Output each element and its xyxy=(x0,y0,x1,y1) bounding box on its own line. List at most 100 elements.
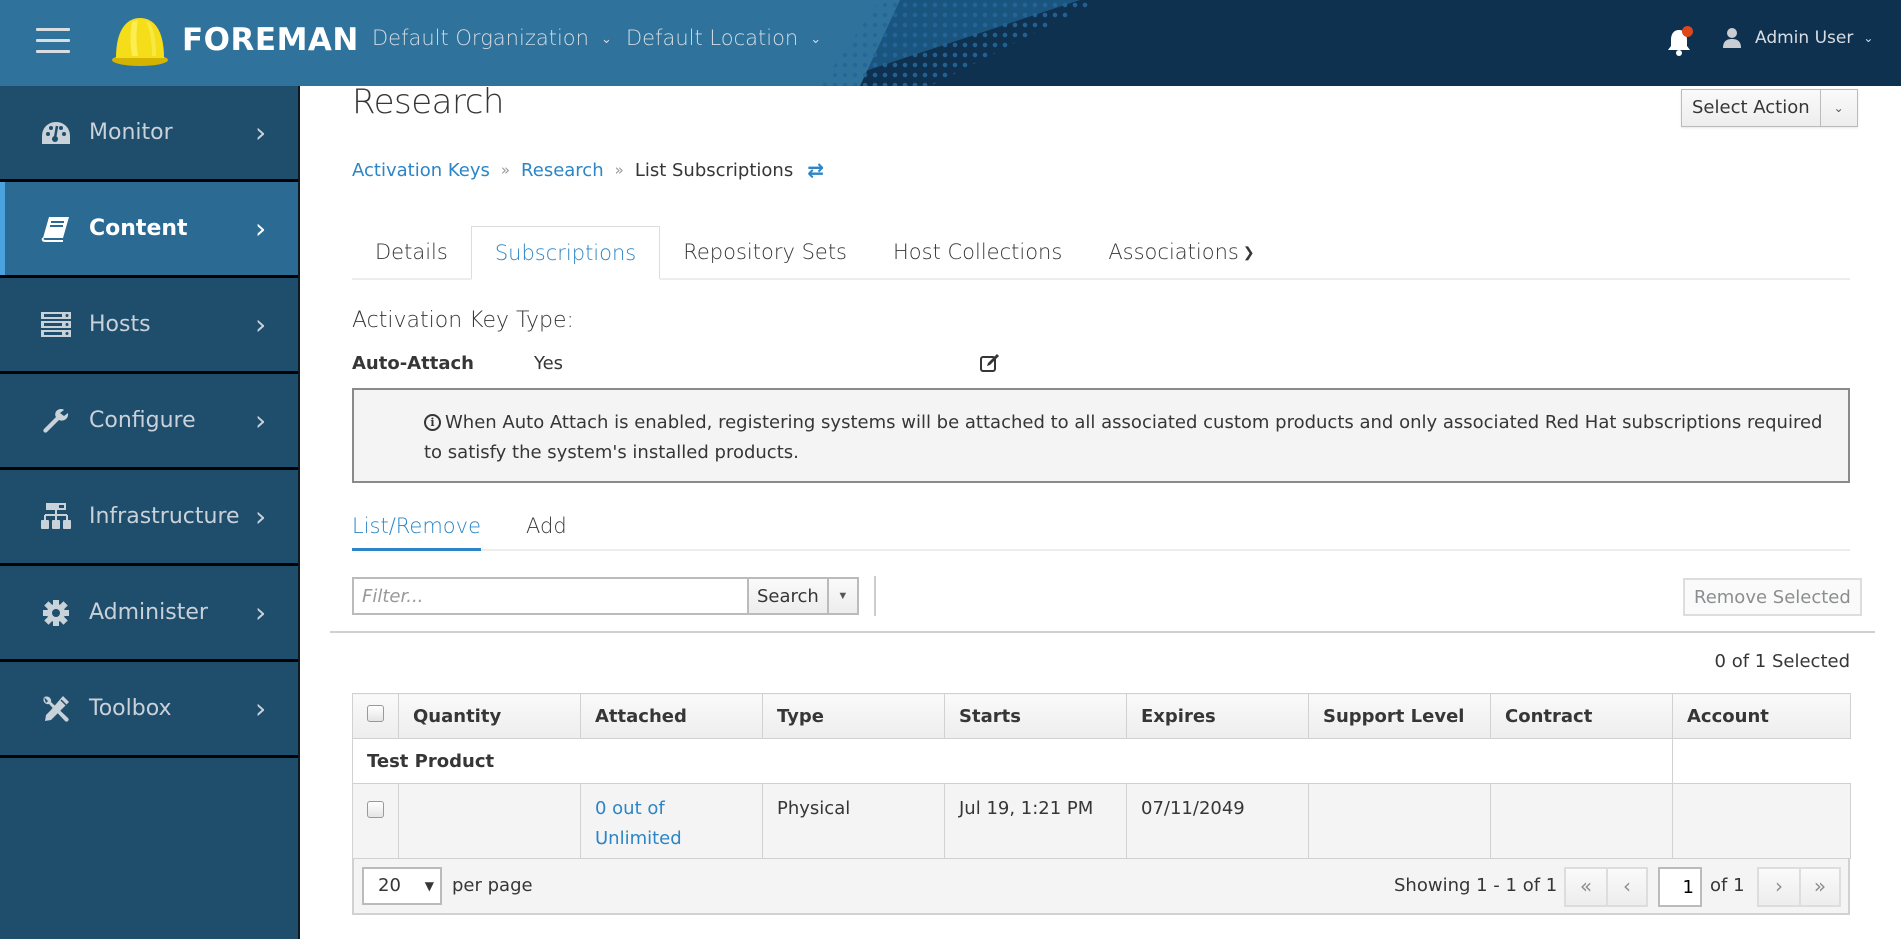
sidebar-item-label: Infrastructure xyxy=(89,504,240,529)
chevron-right-icon: › xyxy=(255,308,267,341)
dashboard-icon xyxy=(40,119,72,147)
chevron-right-icon: › xyxy=(255,116,267,149)
table-row: 0 out of Unlimited Physical Jul 19, 1:21 … xyxy=(352,783,1851,859)
select-action-dropdown[interactable]: Select Action ⌄ xyxy=(1681,89,1858,127)
pagination-bar: 20 ▼ per page Showing 1 - 1 of 1 « ‹ of 1… xyxy=(352,859,1850,915)
column-header-support-level[interactable]: Support Level xyxy=(1308,693,1491,739)
switcher-icon[interactable]: ⇄ xyxy=(807,158,824,182)
previous-page-button[interactable]: ‹ xyxy=(1606,869,1646,905)
info-text: When Auto Attach is enabled, registering… xyxy=(424,412,1823,463)
chevron-down-icon: ⌄ xyxy=(600,32,612,47)
selected-count: 0 of 1 Selected xyxy=(1714,651,1850,672)
foreman-helmet-logo[interactable] xyxy=(110,14,170,68)
group-name: Test Product xyxy=(352,738,1673,784)
last-page-button[interactable]: » xyxy=(1799,869,1839,905)
chevron-right-icon: › xyxy=(255,596,267,629)
activation-key-type-heading: Activation Key Type: xyxy=(352,308,574,333)
tab-details[interactable]: Details xyxy=(352,226,471,280)
edit-icon[interactable] xyxy=(979,352,1001,374)
organization-label: Default Organization xyxy=(372,26,589,50)
chevron-down-icon: ❯ xyxy=(1242,245,1255,261)
subtab-bar: List/Remove Add xyxy=(352,511,1850,551)
sidebar: Monitor › Content › Hosts › Configure › … xyxy=(0,86,300,939)
row-select-cell xyxy=(352,783,399,859)
tab-associations-label: Associations xyxy=(1108,240,1239,264)
next-page-button[interactable]: › xyxy=(1759,869,1799,905)
hamburger-menu-icon[interactable] xyxy=(36,28,70,56)
sidebar-item-hosts[interactable]: Hosts › xyxy=(0,278,298,374)
sidebar-item-administer[interactable]: Administer › xyxy=(0,566,298,662)
page-of-label: of 1 xyxy=(1710,875,1745,896)
tab-associations[interactable]: Associations ❯ xyxy=(1085,226,1277,280)
pager-next-group: › » xyxy=(1757,867,1841,907)
organization-dropdown[interactable]: Default Organization ⌄ xyxy=(372,26,612,50)
chevron-right-icon: › xyxy=(255,500,267,533)
search-button[interactable]: Search xyxy=(747,577,829,615)
remove-selected-button[interactable]: Remove Selected xyxy=(1683,578,1862,616)
tab-host-collections[interactable]: Host Collections xyxy=(870,226,1085,280)
section-divider xyxy=(330,631,1875,633)
page-number-input[interactable] xyxy=(1658,867,1702,907)
sidebar-item-toolbox[interactable]: Toolbox › xyxy=(0,662,298,758)
auto-attach-info-box: i When Auto Attach is enabled, registerin… xyxy=(352,388,1850,483)
breadcrumb-research[interactable]: Research xyxy=(521,160,604,181)
attached-line-2: Unlimited xyxy=(595,828,682,849)
brand-name[interactable]: FOREMAN xyxy=(182,22,359,58)
location-dropdown[interactable]: Default Location ⌄ xyxy=(626,26,821,50)
attached-line-1: 0 out of xyxy=(595,798,665,819)
wrench-icon xyxy=(40,407,72,435)
select-all-checkbox[interactable] xyxy=(367,705,384,722)
empty-cell xyxy=(1672,738,1851,784)
location-label: Default Location xyxy=(626,26,799,50)
cell-account xyxy=(1672,783,1851,859)
breadcrumb-separator: » xyxy=(500,161,511,179)
attached-link[interactable]: 0 out of Unlimited xyxy=(595,798,682,849)
chevron-right-icon: › xyxy=(255,692,267,725)
chevron-down-icon[interactable]: ⌄ xyxy=(1821,90,1857,126)
column-header-attached[interactable]: Attached xyxy=(580,693,763,739)
first-page-button[interactable]: « xyxy=(1566,869,1606,905)
sidebar-item-monitor[interactable]: Monitor › xyxy=(0,86,298,182)
sidebar-item-infrastructure[interactable]: Infrastructure › xyxy=(0,470,298,566)
column-header-contract[interactable]: Contract xyxy=(1490,693,1673,739)
column-header-starts[interactable]: Starts xyxy=(944,693,1127,739)
select-all-cell xyxy=(352,693,399,739)
sidebar-item-content[interactable]: Content › xyxy=(0,182,298,278)
notification-badge xyxy=(1682,26,1693,37)
cell-type: Physical xyxy=(762,783,945,859)
table-group-row: Test Product xyxy=(352,738,1851,784)
cell-quantity xyxy=(398,783,581,859)
chevron-right-icon: › xyxy=(255,404,267,437)
search-options-caret-icon[interactable]: ▼ xyxy=(828,577,859,615)
column-header-expires[interactable]: Expires xyxy=(1126,693,1309,739)
cell-expires: 07/11/2049 xyxy=(1126,783,1309,859)
auto-attach-value: Yes xyxy=(534,353,564,374)
tab-repository-sets[interactable]: Repository Sets xyxy=(660,226,870,280)
subtab-list-remove[interactable]: List/Remove xyxy=(352,511,482,551)
chevron-down-icon: ⌄ xyxy=(1863,31,1874,45)
sidebar-item-label: Configure xyxy=(89,408,196,433)
breadcrumb-separator: » xyxy=(614,161,624,179)
column-header-quantity[interactable]: Quantity xyxy=(398,693,581,739)
sidebar-item-label: Content xyxy=(89,216,188,241)
subscriptions-table: Quantity Attached Type Starts Expires Su… xyxy=(352,693,1851,915)
row-checkbox[interactable] xyxy=(367,801,384,818)
column-header-account[interactable]: Account xyxy=(1672,693,1851,739)
chevron-down-icon: ⌄ xyxy=(810,32,822,47)
showing-count: Showing 1 - 1 of 1 xyxy=(1394,875,1558,896)
cell-contract xyxy=(1490,783,1673,859)
tools-icon xyxy=(40,695,72,723)
filter-input[interactable] xyxy=(352,577,747,615)
user-menu[interactable]: Admin User ⌄ xyxy=(1723,28,1873,48)
main-content: Research Select Action ⌄ Activation Keys… xyxy=(300,82,1901,939)
subtab-add[interactable]: Add xyxy=(526,511,567,551)
auto-attach-label: Auto-Attach xyxy=(352,353,474,374)
sidebar-item-label: Hosts xyxy=(89,312,151,337)
table-header-row: Quantity Attached Type Starts Expires Su… xyxy=(352,693,1851,739)
sidebar-item-label: Monitor xyxy=(89,120,173,145)
tab-subscriptions[interactable]: Subscriptions xyxy=(470,226,661,280)
column-header-type[interactable]: Type xyxy=(762,693,945,739)
breadcrumb-activation-keys[interactable]: Activation Keys xyxy=(352,160,490,181)
sidebar-item-configure[interactable]: Configure › xyxy=(0,374,298,470)
per-page-select[interactable]: 20 ▼ xyxy=(362,867,442,905)
